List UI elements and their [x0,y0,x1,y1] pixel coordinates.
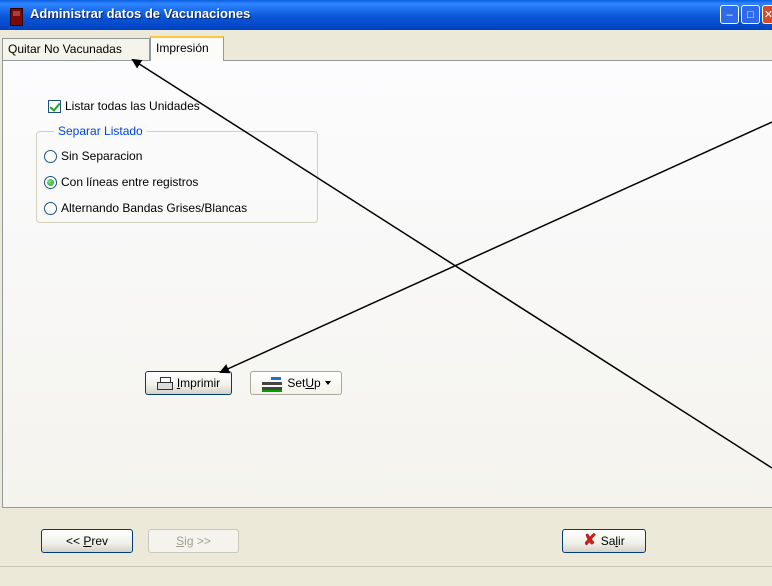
close-button[interactable]: ✕ [762,5,772,24]
tab-impresion[interactable]: Impresión [150,36,224,61]
radio-label: Alternando Bandas Grises/Blancas [61,201,248,215]
prev-label: << Prev [65,534,109,548]
radio-label: Con líneas entre registros [61,175,199,189]
window-title: Administrar datos de Vacunaciones [30,6,251,21]
prev-button[interactable]: << Prev [41,529,133,553]
setup-dropdown-button[interactable]: SetUp [250,371,342,395]
exit-label: Salir [600,534,625,548]
listar-todas-checkbox-row[interactable]: Listar todas las Unidades [48,98,200,114]
radio-label: Sin Separacion [61,149,143,163]
tab-strip: Quitar No Vacunadas Impresión [0,30,772,61]
close-icon: ✕ [763,9,772,21]
minimize-icon: – [726,9,733,21]
printer-icon [156,376,173,390]
exit-x-icon: ✘ [583,532,597,549]
radio-alternando-bandas[interactable]: Alternando Bandas Grises/Blancas [44,200,247,216]
listar-todas-checkbox[interactable] [48,99,61,113]
radio-sin-separacion[interactable]: Sin Separacion [44,148,142,164]
tab-quitar-no-vacunadas[interactable]: Quitar No Vacunadas [2,38,150,60]
radio-button-selected[interactable] [44,175,57,189]
listar-todas-label: Listar todas las Unidades [65,99,200,113]
next-button[interactable]: Sig >> [148,529,239,553]
setup-label: SetUp [287,376,321,390]
imprimir-label: Imprimir [176,376,221,390]
radio-button[interactable] [44,201,57,215]
exit-button[interactable]: ✘ Salir [562,529,646,553]
maximize-icon: □ [747,9,754,21]
vacunaciones-window: Administrar datos de Vacunaciones – □ ✕ … [0,0,772,586]
status-bar [0,566,772,586]
radio-con-lineas[interactable]: Con líneas entre registros [44,174,198,190]
radio-button[interactable] [44,149,57,163]
maximize-button[interactable]: □ [741,5,760,24]
printer-setup-icon [261,373,283,393]
chevron-down-icon [324,381,331,385]
title-bar[interactable]: Administrar datos de Vacunaciones – □ ✕ [0,0,772,30]
minimize-button[interactable]: – [720,5,739,24]
imprimir-button[interactable]: Imprimir [145,371,232,395]
next-label: Sig >> [176,534,211,548]
app-icon [10,8,23,26]
separar-listado-legend: Separar Listado [54,124,147,138]
